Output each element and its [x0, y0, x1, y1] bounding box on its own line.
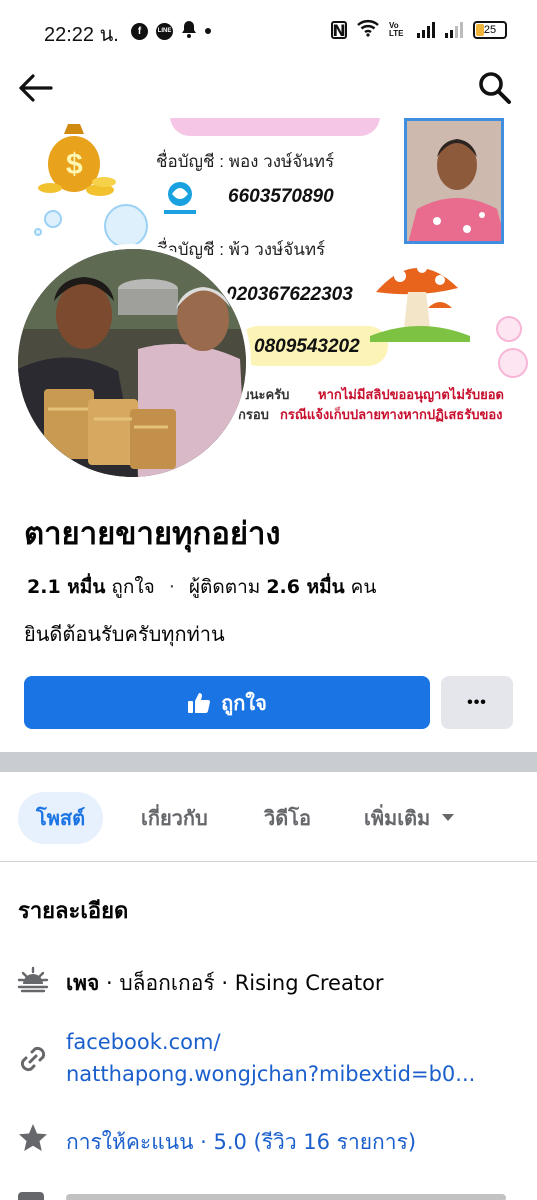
tab-posts[interactable]: โพสต์	[18, 792, 104, 844]
category-text: เพจ · บล็อกเกอร์ · Rising Creator	[66, 967, 384, 1000]
account1-number: 6603570890	[228, 186, 334, 207]
tab-about[interactable]: เกี่ยวกับ	[141, 792, 208, 844]
detail-category: เพจ · บล็อกเกอร์ · Rising Creator	[0, 962, 537, 1002]
category-detail: · บล็อกเกอร์ · Rising Creator	[99, 971, 384, 995]
bubble-decoration	[496, 316, 522, 342]
signal-1-icon	[417, 22, 435, 38]
tab-videos-label: วิดีโอ	[264, 806, 311, 830]
back-button[interactable]	[18, 72, 54, 104]
page-tabs: โพสต์ เกี่ยวกับ วิดีโอ เพิ่มเติม	[0, 772, 537, 862]
followers-unit: คน	[350, 576, 377, 598]
bell-icon	[181, 20, 197, 42]
nfc-icon: N	[331, 20, 347, 40]
note-line1: ยนะครับ	[242, 387, 290, 402]
followers-count: 2.6 หมื่น	[266, 576, 345, 598]
bubble-decoration	[34, 228, 42, 236]
tab-more-label: เพิ่มเติม	[364, 806, 431, 830]
bubble-decoration	[44, 210, 62, 228]
more-notifications-dot	[205, 28, 211, 34]
status-time: 22:22 น.	[44, 24, 119, 46]
cover-banner	[170, 118, 380, 136]
like-button[interactable]: ถูกใจ	[24, 676, 430, 729]
rating-text[interactable]: การให้คะแนน · 5.0 (รีวิว 16 รายการ)	[66, 1126, 416, 1159]
page-name: ตายายขายทุกอย่าง	[24, 516, 281, 552]
status-bar: 22:22 น. f LINE N Vo LTE 25	[0, 0, 537, 60]
app-bar	[0, 60, 537, 118]
star-icon	[19, 1124, 47, 1151]
money-bag-icon: $	[38, 118, 120, 202]
line-notification-icon: LINE	[156, 22, 173, 40]
category-type: เพจ	[66, 971, 100, 995]
note-line2-red: กรณีแจ้งเก็บปลายทางหากปฏิเสธรับของ	[280, 407, 503, 422]
more-options-icon: •••	[467, 693, 487, 711]
bubble-decoration	[104, 204, 148, 248]
tab-posts-label: โพสต์	[36, 806, 86, 830]
profile-photo	[18, 249, 246, 477]
like-button-label: ถูกใจ	[221, 692, 267, 715]
phone-number: 0809543202	[254, 336, 360, 357]
details-title: รายละเอียด	[18, 899, 129, 924]
wifi-icon	[357, 19, 379, 41]
grandma-photo	[404, 118, 504, 244]
facebook-notification-icon: f	[131, 22, 148, 40]
bank-logo-icon	[162, 180, 198, 220]
search-button[interactable]	[477, 70, 513, 106]
detail-rating[interactable]: การให้คะแนน · 5.0 (รีวิว 16 รายการ)	[0, 1122, 537, 1162]
profile-picture[interactable]	[13, 244, 251, 482]
volte-icon: Vo LTE	[389, 21, 404, 38]
thumbs-up-icon	[188, 692, 211, 713]
note-line1-red: หากไม่มีสลิปขออนุญาตไม่รับยอด	[318, 387, 504, 402]
account1-label: ชื่อบัญชี : พอง วงษ์จันทร์	[156, 152, 335, 171]
likes-count: 2.1 หมื่น	[27, 576, 106, 598]
more-options-button[interactable]: •••	[441, 676, 513, 729]
rising-sun-icon	[17, 966, 49, 993]
account2-number: 020367622303	[226, 284, 353, 305]
caret-down-icon	[442, 814, 455, 821]
link-icon	[20, 1046, 46, 1072]
mushroom-decoration	[370, 252, 470, 346]
system-icons: N Vo LTE 25	[331, 19, 507, 41]
section-divider	[0, 752, 537, 772]
detail-website[interactable]: facebook.com/ natthapong.wongjchan?mibex…	[0, 1026, 537, 1096]
battery-icon: 25	[473, 21, 507, 39]
tab-more[interactable]: เพิ่มเติม	[364, 792, 456, 844]
note-line2: กรอบ	[238, 407, 269, 422]
tab-about-label: เกี่ยวกับ	[141, 806, 208, 830]
svg-text:$: $	[66, 148, 83, 181]
bubble-decoration	[498, 348, 528, 378]
followers-label: ผู้ติดตาม	[188, 576, 261, 598]
tab-videos[interactable]: วิดีโอ	[264, 792, 311, 844]
notification-icons: f LINE	[131, 20, 211, 42]
signal-2-icon	[445, 22, 463, 38]
likes-label: ถูกใจ	[111, 576, 155, 598]
website-link-line1[interactable]: facebook.com/	[66, 1030, 221, 1054]
arrow-left-icon	[19, 74, 53, 102]
next-row-peek	[0, 1190, 537, 1200]
search-icon	[479, 72, 511, 104]
website-link-line2[interactable]: natthapong.wongjchan?mibextid=b0...	[66, 1062, 475, 1086]
stats-separator: ·	[168, 576, 175, 598]
page-tagline: ยินดีต้อนรับครับทุกท่าน	[24, 622, 225, 646]
page-stats: 2.1 หมื่น ถูกใจ · ผู้ติดตาม 2.6 หมื่น คน	[27, 572, 376, 602]
